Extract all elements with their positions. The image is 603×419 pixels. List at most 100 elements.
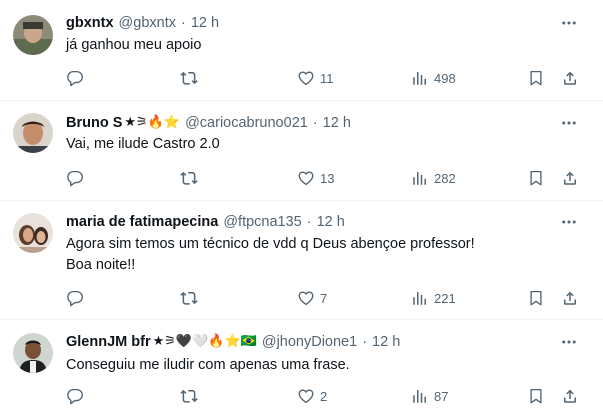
separator-dot: ·	[312, 115, 318, 131]
bookmark-button[interactable]	[527, 67, 545, 89]
share-icon	[561, 169, 579, 187]
more-icon[interactable]	[558, 332, 580, 352]
separator-dot: ·	[362, 334, 368, 350]
bookmark-icon	[527, 69, 545, 87]
reply-button[interactable]	[66, 287, 89, 309]
like-count: 2	[320, 388, 328, 404]
reply-icon	[66, 289, 84, 307]
display-name[interactable]: maria de fatimapecina	[66, 212, 218, 232]
share-icon	[561, 289, 579, 307]
display-name[interactable]: Bruno S	[66, 113, 122, 133]
name-emojis: ★⚞🖤🤍🔥⭐🇧🇷	[152, 334, 257, 349]
timestamp[interactable]: 12 h	[323, 113, 351, 133]
avatar[interactable]	[13, 15, 53, 55]
reply-icon	[66, 69, 84, 87]
views-count: 221	[434, 290, 456, 306]
bookmark-icon	[527, 387, 545, 405]
tweet-header: gbxntx @gbxntx · 12 h	[66, 13, 219, 33]
views-icon	[411, 69, 429, 87]
more-icon[interactable]	[558, 212, 580, 232]
reply-button[interactable]	[66, 385, 89, 407]
tweet-text-line: Conseguiu me iludir com apenas uma frase…	[66, 357, 350, 373]
views-button[interactable]: 87	[411, 385, 448, 407]
user-handle[interactable]: @cariocabruno021	[185, 113, 308, 133]
views-button[interactable]: 498	[411, 67, 456, 89]
timestamp[interactable]: 12 h	[191, 13, 219, 33]
like-button[interactable]: 13	[297, 167, 334, 189]
avatar[interactable]	[13, 213, 53, 253]
reply-tweet[interactable]: maria de fatimapecina @ftpcna135 · 12 h …	[0, 201, 603, 320]
timestamp[interactable]: 12 h	[317, 212, 345, 232]
retweet-button[interactable]	[180, 287, 203, 309]
display-name[interactable]: GlennJM bfr	[66, 332, 151, 352]
retweet-icon	[180, 69, 198, 87]
bookmark-button[interactable]	[527, 385, 545, 407]
separator-dot: ·	[306, 214, 312, 230]
action-bar: 7 221	[0, 287, 603, 309]
tweet-text-line: Agora sim temos um técnico de vdd q Deus…	[66, 236, 475, 252]
bookmark-button[interactable]	[527, 167, 545, 189]
avatar[interactable]	[13, 333, 53, 373]
like-icon	[297, 387, 315, 405]
action-bar: 2 87	[0, 385, 603, 407]
views-count: 282	[434, 170, 456, 186]
like-button[interactable]: 7	[297, 287, 327, 309]
bookmark-icon	[527, 169, 545, 187]
like-button[interactable]: 11	[297, 67, 334, 89]
like-count: 13	[320, 170, 335, 186]
separator-dot: ·	[180, 15, 186, 31]
views-count: 87	[434, 388, 449, 404]
name-emojis: ★⚞🔥⭐	[124, 115, 181, 130]
tweet-text-line: já ganhou meu apoio	[66, 37, 202, 53]
avatar[interactable]	[13, 113, 53, 153]
more-icon[interactable]	[558, 113, 580, 133]
retweet-button[interactable]	[180, 385, 203, 407]
like-count: 7	[320, 290, 328, 306]
views-button[interactable]: 282	[411, 167, 456, 189]
like-icon	[297, 69, 315, 87]
share-icon	[561, 69, 579, 87]
share-icon	[561, 387, 579, 405]
user-handle[interactable]: @gbxntx	[119, 13, 176, 33]
bookmark-icon	[527, 289, 545, 307]
share-button[interactable]	[561, 67, 579, 89]
bookmark-button[interactable]	[527, 287, 545, 309]
share-button[interactable]	[561, 385, 579, 407]
tweet-text: Vai, me ilude Castro 2.0	[66, 134, 586, 155]
views-button[interactable]: 221	[411, 287, 456, 309]
like-icon	[297, 289, 315, 307]
reply-tweet[interactable]: Bruno S ★⚞🔥⭐ @cariocabruno021 · 12 h Vai…	[0, 101, 603, 201]
user-handle[interactable]: @ftpcna135	[223, 212, 301, 232]
tweet-text-line: Vai, me ilude Castro 2.0	[66, 136, 220, 152]
retweet-button[interactable]	[180, 167, 203, 189]
action-bar: 13 282	[0, 167, 603, 189]
views-count: 498	[434, 70, 456, 86]
views-icon	[411, 169, 429, 187]
like-count: 11	[320, 70, 334, 86]
retweet-icon	[180, 169, 198, 187]
share-button[interactable]	[561, 287, 579, 309]
retweet-icon	[180, 387, 198, 405]
retweet-button[interactable]	[180, 67, 203, 89]
tweet-text-line: Boa noite!!	[66, 257, 136, 273]
reply-tweet[interactable]: GlennJM bfr ★⚞🖤🤍🔥⭐🇧🇷 @jhonyDione1 · 12 h…	[0, 320, 603, 419]
user-handle[interactable]: @jhonyDione1	[262, 332, 357, 352]
tweet-text: já ganhou meu apoio	[66, 35, 586, 56]
reply-button[interactable]	[66, 167, 89, 189]
reply-tweet[interactable]: gbxntx @gbxntx · 12 h já ganhou meu apoi…	[0, 0, 603, 101]
retweet-icon	[180, 289, 198, 307]
like-button[interactable]: 2	[297, 385, 327, 407]
reply-button[interactable]	[66, 67, 89, 89]
tweet-text: Agora sim temos um técnico de vdd q Deus…	[66, 234, 586, 276]
views-icon	[411, 387, 429, 405]
share-button[interactable]	[561, 167, 579, 189]
tweet-text: Conseguiu me iludir com apenas uma frase…	[66, 355, 586, 376]
action-bar: 11 498	[0, 67, 603, 89]
like-icon	[297, 169, 315, 187]
reply-icon	[66, 387, 84, 405]
tweet-header: maria de fatimapecina @ftpcna135 · 12 h	[66, 212, 345, 232]
more-icon[interactable]	[558, 13, 580, 33]
display-name[interactable]: gbxntx	[66, 13, 114, 33]
timestamp[interactable]: 12 h	[372, 332, 400, 352]
reply-icon	[66, 169, 84, 187]
